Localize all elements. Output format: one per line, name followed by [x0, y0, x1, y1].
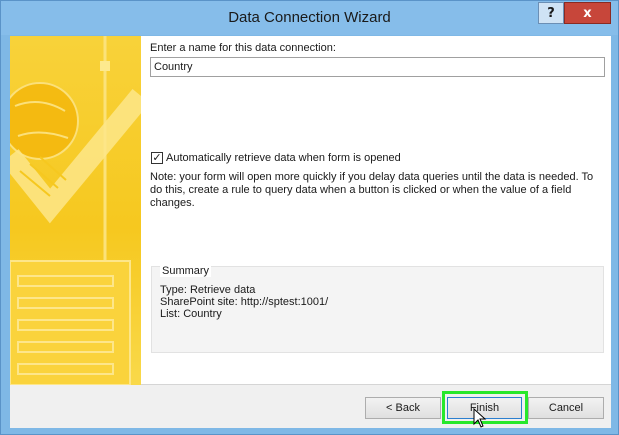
back-button[interactable]: < Back: [365, 397, 441, 419]
wizard-banner-graphic: [10, 36, 141, 385]
connection-name-label: Enter a name for this data connection:: [150, 42, 336, 54]
auto-retrieve-label[interactable]: Automatically retrieve data when form is…: [166, 152, 401, 164]
close-icon: x: [583, 5, 592, 21]
summary-list: List: Country: [160, 308, 222, 320]
connection-name-input[interactable]: [150, 57, 605, 77]
help-button[interactable]: ?: [538, 2, 564, 24]
title-bar[interactable]: Data Connection Wizard ? x: [1, 1, 618, 35]
auto-retrieve-row[interactable]: ✓ Automatically retrieve data when form …: [151, 152, 401, 164]
cancel-button[interactable]: Cancel: [528, 397, 604, 419]
performance-note: Note: your form will open more quickly i…: [150, 171, 594, 209]
banner-illustration: [10, 36, 141, 385]
window-title: Data Connection Wizard: [228, 9, 391, 26]
checkmark-icon: ✓: [152, 151, 162, 164]
summary-site: SharePoint site: http://sptest:1001/: [160, 296, 329, 308]
wizard-content: Enter a name for this data connection: ✓…: [10, 36, 611, 385]
mouse-pointer-icon: [473, 408, 487, 428]
summary-details: Type: Retrieve data SharePoint site: htt…: [160, 284, 328, 320]
question-icon: ?: [547, 5, 555, 21]
summary-type: Type: Retrieve data: [160, 284, 256, 296]
summary-title: Summary: [160, 265, 212, 277]
wizard-window: Data Connection Wizard ? x Enter a name …: [0, 0, 619, 435]
auto-retrieve-checkbox[interactable]: ✓: [151, 152, 163, 164]
summary-panel: Summary Type: Retrieve data SharePoint s…: [151, 265, 604, 353]
close-button[interactable]: x: [564, 2, 611, 24]
wizard-body: Enter a name for this data connection: ✓…: [10, 36, 611, 428]
